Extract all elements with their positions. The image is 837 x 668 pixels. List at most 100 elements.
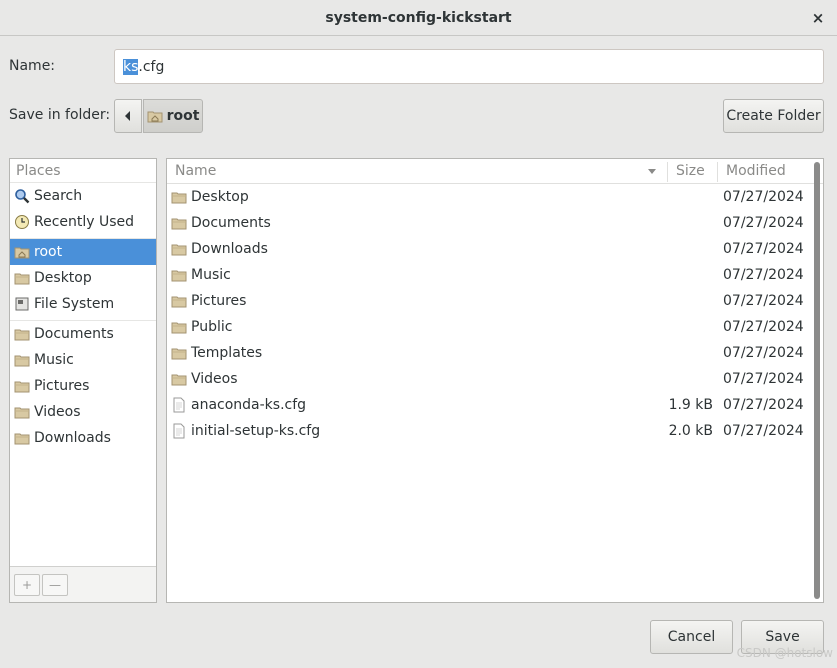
sidebar-item-music[interactable]: Music [10,347,156,373]
file-size: 1.9 kB [668,397,713,413]
folder-icon [14,355,30,367]
file-name: Public [191,319,233,335]
file-name: Videos [191,371,238,387]
file-icon [173,423,185,439]
file-modified: 07/27/2024 [723,319,804,335]
column-divider [667,162,668,182]
title-bar: system-config-kickstart × [0,0,837,36]
file-modified: 07/27/2024 [723,423,804,439]
sidebar-item-recently-used[interactable]: Recently Used [10,209,156,235]
sidebar-item-documents[interactable]: Documents [10,321,156,347]
breadcrumb-root-button[interactable]: root [143,99,203,133]
add-bookmark-button[interactable]: + [14,574,40,596]
drive-icon [15,297,29,311]
file-row[interactable]: initial-setup-ks.cfg 2.0 kB 07/27/2024 [167,418,823,444]
file-modified: 07/27/2024 [723,371,804,387]
name-label: Name: [9,58,56,74]
file-rows: Desktop 07/27/2024 Documents 07/27/2024 Down… [167,184,823,444]
file-modified: 07/27/2024 [723,293,804,309]
file-name: Desktop [191,189,249,205]
column-divider [717,162,718,182]
search-icon [15,189,30,204]
places-group-bookmarks: Documents Music Pictures Videos Downloads [10,321,156,451]
filename-input[interactable]: ks .cfg [114,49,824,84]
folder-icon [171,270,187,282]
window-title: system-config-kickstart [325,9,512,26]
file-name: Pictures [191,293,247,309]
sidebar-item-label: File System [34,296,115,312]
file-name-cell: Videos [171,366,238,392]
file-row[interactable]: anaconda-ks.cfg 1.9 kB 07/27/2024 [167,392,823,418]
file-row[interactable]: Public 07/27/2024 [167,314,823,340]
file-row[interactable]: Templates 07/27/2024 [167,340,823,366]
sidebar-item-label: Pictures [34,378,90,394]
sidebar-item-label: Music [34,352,74,368]
sidebar-item-downloads[interactable]: Downloads [10,425,156,451]
watermark: CSDN @hotslow [736,646,833,660]
save-in-folder-label: Save in folder: [9,107,111,123]
sidebar-item-label: Desktop [34,270,92,286]
folder-icon [171,374,187,386]
sidebar-item-pictures[interactable]: Pictures [10,373,156,399]
file-name-cell: Pictures [171,288,246,314]
column-header-size[interactable]: Size [676,159,705,184]
places-header: Places [10,159,156,183]
filename-selected-text: ks [123,58,139,75]
file-name: Templates [191,345,263,361]
folder-icon [171,244,187,256]
sidebar-item-label: Search [34,188,83,204]
folder-icon [171,192,187,204]
close-icon[interactable]: × [809,9,827,27]
sidebar-item-file-system[interactable]: File System [10,291,156,317]
file-name: Documents [191,215,271,231]
filename-rest-text: .cfg [138,58,165,75]
file-name-cell: Downloads [171,236,268,262]
file-modified: 07/27/2024 [723,397,804,413]
file-size: 2.0 kB [668,423,713,439]
home-folder-icon [14,247,30,259]
file-name-cell: Documents [171,210,271,236]
file-name-cell: Desktop [171,184,249,210]
file-row[interactable]: Downloads 07/27/2024 [167,236,823,262]
sidebar-item-search[interactable]: Search [10,183,156,209]
file-modified: 07/27/2024 [723,345,804,361]
file-row[interactable]: Pictures 07/27/2024 [167,288,823,314]
folder-icon [14,407,30,419]
sidebar-item-label: Documents [34,326,114,342]
sidebar-item-videos[interactable]: Videos [10,399,156,425]
sidebar-item-root[interactable]: root [10,239,156,265]
file-modified: 07/27/2024 [723,267,804,283]
column-header-modified[interactable]: Modified [726,159,786,184]
sidebar-item-label: root [34,244,63,260]
file-list-header: Name Size Modified [167,159,823,184]
places-group-devices: root Desktop File System [10,239,156,317]
cancel-button[interactable]: Cancel [650,620,733,654]
column-header-name[interactable]: Name [175,159,216,184]
file-row[interactable]: Documents 07/27/2024 [167,210,823,236]
file-modified: 07/27/2024 [723,189,804,205]
folder-icon [171,296,187,308]
file-modified: 07/27/2024 [723,215,804,231]
file-row[interactable]: Desktop 07/27/2024 [167,184,823,210]
create-folder-button[interactable]: Create Folder [723,99,824,133]
breadcrumb-back-button[interactable] [114,99,142,133]
places-group-search: Search Recently Used [10,183,156,235]
file-icon [173,397,185,413]
file-name-cell: anaconda-ks.cfg [171,392,306,418]
file-row[interactable]: Music 07/27/2024 [167,262,823,288]
file-row[interactable]: Videos 07/27/2024 [167,366,823,392]
sidebar-item-desktop[interactable]: Desktop [10,265,156,291]
folder-icon [171,322,187,334]
file-name: anaconda-ks.cfg [191,397,307,413]
vertical-scrollbar[interactable] [814,162,820,599]
folder-icon [14,381,30,393]
clock-icon [15,215,29,229]
file-name: Downloads [191,241,268,257]
folder-icon [14,329,30,341]
folder-icon [171,348,187,360]
remove-bookmark-button[interactable]: — [42,574,68,596]
places-sidebar: Places Search Recently Used root Desktop Fi… [9,158,157,603]
home-folder-icon [147,111,163,123]
file-name-cell: Templates [171,340,262,366]
folder-icon [14,433,30,445]
